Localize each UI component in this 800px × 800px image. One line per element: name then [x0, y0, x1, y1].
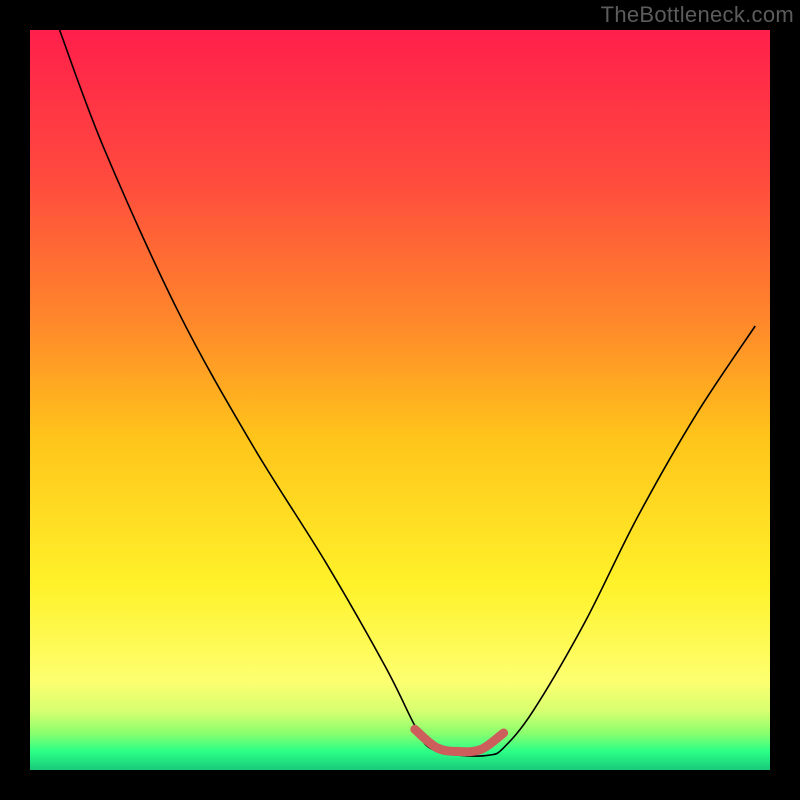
- chart-frame: TheBottleneck.com: [0, 0, 800, 800]
- bottleneck-chart: [0, 0, 800, 800]
- plot-background: [30, 30, 770, 770]
- watermark-text: TheBottleneck.com: [601, 2, 794, 28]
